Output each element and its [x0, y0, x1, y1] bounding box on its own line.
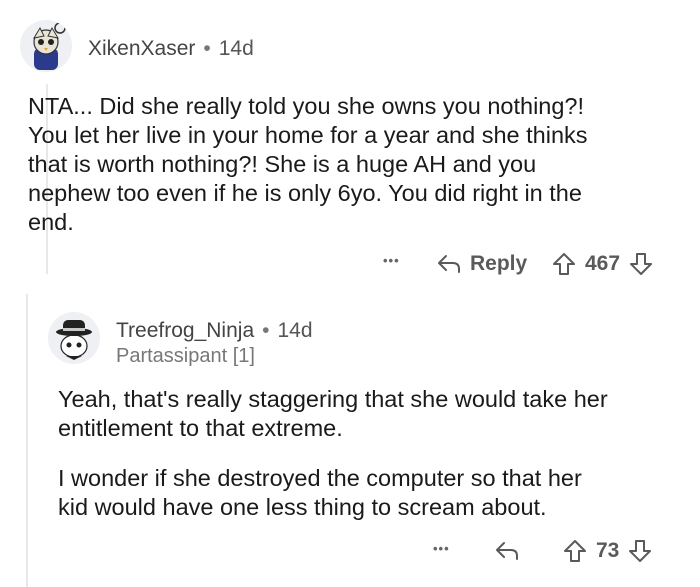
downvote-icon[interactable] — [627, 538, 653, 564]
vote-score: 73 — [596, 539, 620, 562]
upvote-icon[interactable] — [551, 251, 577, 277]
comment-username[interactable]: XikenXaser — [88, 37, 195, 61]
comment-paragraph: I wonder if she destroyed the computer s… — [58, 464, 688, 522]
reply-arrow-icon — [494, 539, 520, 563]
comment-line: You let her live in your home for a year… — [28, 122, 588, 148]
comment-line: kid would have one less thing to scream … — [58, 494, 547, 520]
avatar-treefrog-ninja[interactable] — [48, 312, 100, 364]
reply-arrow-icon — [436, 252, 462, 276]
more-options-button[interactable]: ••• — [383, 253, 400, 268]
more-icon: ••• — [433, 541, 450, 556]
vote-control: 467 — [551, 251, 654, 277]
reply-button[interactable]: Reply — [436, 252, 527, 276]
avatar-xikenxaser[interactable] — [20, 20, 72, 72]
downvote-icon[interactable] — [628, 251, 654, 277]
comment-line: that is worth nothing?! She is a huge AH… — [28, 151, 537, 177]
comment-line: NTA... Did she really told you she owns … — [28, 93, 585, 119]
comment-body: Yeah, that's really staggering that she … — [58, 385, 688, 522]
comment-line: nephew too even if he is only 6yo. You d… — [28, 180, 582, 206]
thread-line — [26, 294, 28, 587]
comment-line: Yeah, that's really staggering that she … — [58, 386, 608, 412]
user-flair: Partassipant [1] — [116, 345, 255, 367]
comment-age: 14d — [218, 37, 254, 60]
separator-dot: • — [262, 319, 270, 342]
comment-line: end. — [28, 209, 74, 235]
reply-label: Reply — [470, 252, 528, 275]
more-options-button[interactable]: ••• — [433, 541, 450, 556]
vote-score: 467 — [585, 252, 621, 275]
more-icon: ••• — [383, 253, 400, 268]
comment-username[interactable]: Treefrog_Ninja — [116, 319, 254, 343]
comment-age: 14d — [277, 319, 313, 342]
comment-paragraph: Yeah, that's really staggering that she … — [58, 385, 688, 443]
comment-line: entitlement to that extreme. — [58, 415, 343, 441]
separator-dot: • — [203, 37, 211, 60]
comment-body: NTA... Did she really told you she owns … — [28, 92, 688, 237]
reply-button[interactable] — [494, 539, 520, 563]
vote-control: 73 — [562, 538, 653, 564]
upvote-icon[interactable] — [562, 538, 588, 564]
comment-line: I wonder if she destroyed the computer s… — [58, 465, 582, 491]
